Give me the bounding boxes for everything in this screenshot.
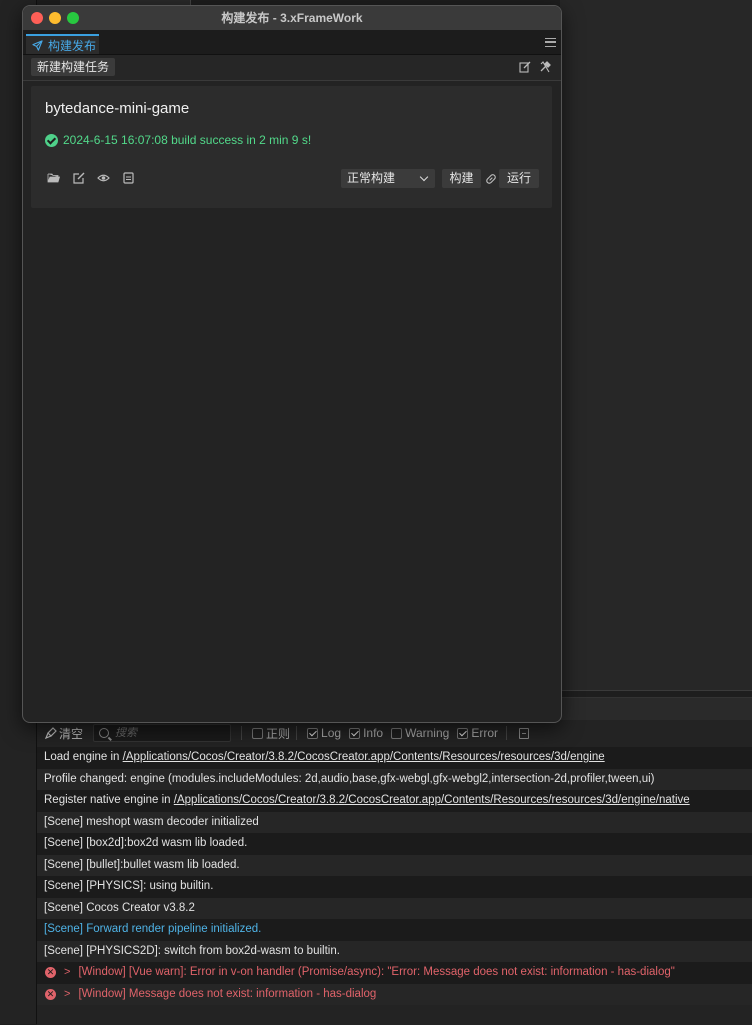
checkbox-info[interactable] xyxy=(349,727,361,739)
log-row[interactable]: Profile changed: engine (modules.include… xyxy=(37,768,752,790)
tools-icon[interactable] xyxy=(539,61,551,73)
paper-plane-icon xyxy=(32,39,43,51)
filter-error[interactable]: Error xyxy=(457,726,498,740)
filter-log[interactable]: Log xyxy=(307,726,341,740)
checkbox-regex[interactable] xyxy=(252,727,264,739)
divider xyxy=(506,726,507,740)
filter-regex[interactable]: 正则 xyxy=(252,725,290,742)
log-row[interactable]: [Scene] Cocos Creator v3.8.2 xyxy=(37,897,752,919)
build-task-card: bytedance-mini-game 2024-6-15 16:07:08 b… xyxy=(31,86,552,208)
filter-info[interactable]: Info xyxy=(349,726,383,740)
broom-icon xyxy=(45,727,57,739)
window-titlebar[interactable]: 构建发布 - 3.xFrameWork xyxy=(23,6,561,31)
error-icon: ✕ xyxy=(45,967,56,979)
tab-build-label: 构建发布 xyxy=(48,38,97,53)
log-row[interactable]: [Scene] meshopt wasm decoder initialized xyxy=(37,811,752,833)
clear-label: 清空 xyxy=(59,726,84,741)
edit-settings-icon[interactable] xyxy=(519,61,531,73)
console-toolbar: 清空 正则 Log Info Warning Error xyxy=(37,722,752,744)
build-mode-value: 正常构建 xyxy=(347,171,396,185)
build-platform-name: bytedance-mini-game xyxy=(45,100,190,117)
success-check-icon xyxy=(45,133,58,147)
log-row[interactable]: Register native engine in /Applications/… xyxy=(37,790,752,812)
filter-warning-label: Warning xyxy=(405,726,450,740)
tab-build[interactable]: 构建发布 xyxy=(26,34,99,54)
task-actions xyxy=(47,172,147,184)
eye-icon[interactable] xyxy=(97,172,110,184)
log-row[interactable]: [Scene] [PHYSICS]: using builtin. xyxy=(37,876,752,898)
chevron-down-icon xyxy=(419,172,429,182)
log-list: Load engine in /Applications/Cocos/Creat… xyxy=(37,747,752,1005)
build-toolbar: 新建构建任务 xyxy=(23,55,561,81)
log-row-error[interactable]: ✕ > [Window] Message does not exist: infor… xyxy=(37,983,752,1006)
console-panel: 清空 正则 Log Info Warning Error Load engine… xyxy=(37,697,752,1025)
log-row[interactable]: [Scene] [bullet]:bullet wasm lib loaded. xyxy=(37,854,752,876)
window-title: 构建发布 - 3.xFrameWork xyxy=(221,11,363,25)
chevron-right-icon[interactable]: > xyxy=(64,984,70,1006)
new-build-task-button[interactable]: 新建构建任务 xyxy=(31,58,116,76)
search-input[interactable] xyxy=(115,727,221,739)
chevron-right-icon[interactable]: > xyxy=(64,962,70,984)
tab-bar: 构建发布 xyxy=(23,31,561,55)
checkbox-error[interactable] xyxy=(457,727,469,739)
log-row[interactable]: [Scene] [PHYSICS2D]: switch from box2d-w… xyxy=(37,940,752,962)
clear-button[interactable]: 清空 xyxy=(45,725,83,742)
divider xyxy=(296,726,298,740)
folder-open-icon[interactable] xyxy=(47,172,60,184)
log-link[interactable]: /Applications/Cocos/Creator/3.8.2/CocosC… xyxy=(123,751,605,763)
divider xyxy=(241,726,243,740)
build-button[interactable]: 构建 xyxy=(442,169,481,188)
link-icon[interactable] xyxy=(485,173,497,185)
build-status-text: 2024-6-15 16:07:08 build success in 2 mi… xyxy=(63,133,312,147)
doc-icon[interactable] xyxy=(122,172,135,184)
log-link[interactable]: /Applications/Cocos/Creator/3.8.2/CocosC… xyxy=(174,794,690,806)
filter-warning[interactable]: Warning xyxy=(391,726,449,740)
filter-info-label: Info xyxy=(363,726,384,740)
log-row[interactable]: [Scene] [box2d]:box2d wasm lib loaded. xyxy=(37,833,752,855)
search-box[interactable] xyxy=(93,724,232,742)
build-status: 2024-6-15 16:07:08 build success in 2 mi… xyxy=(45,133,311,147)
filter-regex-label: 正则 xyxy=(266,726,291,741)
log-row-info[interactable]: [Scene] Forward render pipeline initiali… xyxy=(37,919,752,941)
open-log-file-icon[interactable] xyxy=(519,727,529,739)
checkbox-warning[interactable] xyxy=(391,727,403,739)
build-mode-select[interactable]: 正常构建 xyxy=(341,169,435,188)
editor-right-panel xyxy=(560,0,752,690)
checkbox-log[interactable] xyxy=(307,727,319,739)
divider xyxy=(560,690,752,691)
search-icon xyxy=(99,728,110,738)
error-icon: ✕ xyxy=(45,988,56,1000)
panel-menu-icon[interactable] xyxy=(545,38,556,47)
run-button[interactable]: 运行 xyxy=(499,169,539,188)
filter-log-label: Log xyxy=(321,726,342,740)
filter-error-label: Error xyxy=(471,726,498,740)
edit-icon[interactable] xyxy=(72,172,85,184)
log-row[interactable]: Load engine in /Applications/Cocos/Creat… xyxy=(37,747,752,769)
build-window: 构建发布 - 3.xFrameWork 构建发布 新建构建任务 bytedanc… xyxy=(22,5,562,723)
log-row-error[interactable]: ✕ > [Window] [Vue warn]: Error in v-on han… xyxy=(37,962,752,984)
